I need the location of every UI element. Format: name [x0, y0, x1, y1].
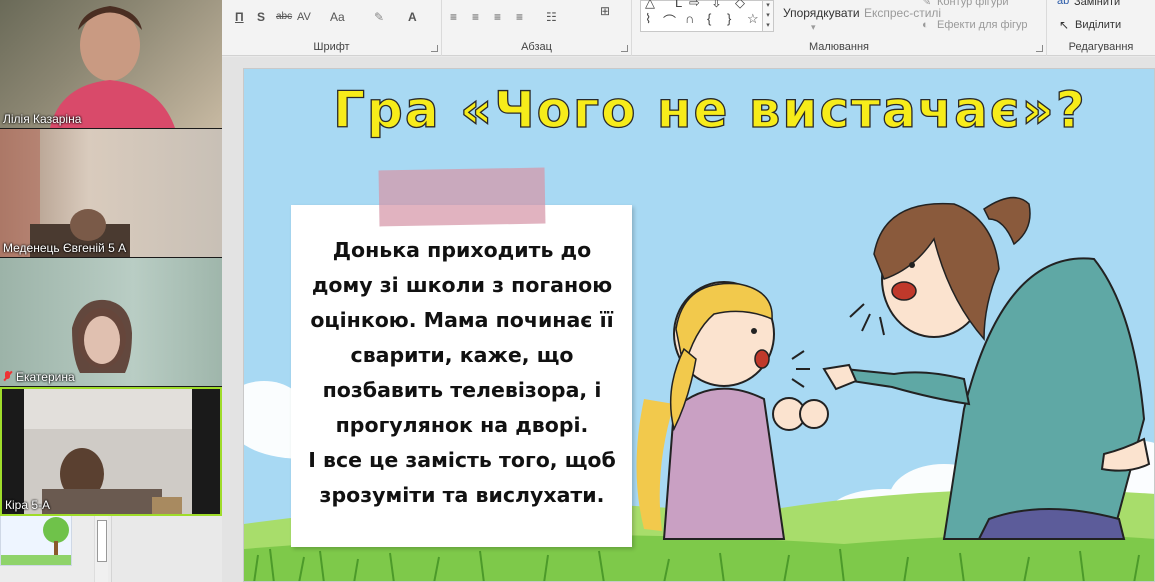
video-tile[interactable]: Лілія Казаріна — [0, 0, 222, 128]
note-line: прогулянок на дворі. — [335, 413, 589, 437]
change-case-button[interactable]: Aa — [330, 8, 345, 26]
shape-outline-button[interactable]: Контур фігури — [937, 0, 1008, 11]
smartart-icon[interactable]: ⊞ — [600, 2, 610, 20]
align-left-icon[interactable]: ≡ — [450, 8, 457, 26]
ribbon-group-drawing: △ L ⇨ ⇩ ◇ ⌇ ⌒ ∩ { } ☆ ▾ ▾ ▾ Упорядкувати ▾… — [632, 0, 1047, 56]
shape-effects-button[interactable]: Ефекти для фігур — [937, 16, 1028, 34]
line-shape-icon[interactable]: L — [675, 0, 682, 10]
drawing-group-label: Малювання — [808, 41, 870, 53]
app-window: П S abc AV Aa ✎ A Шрифт ≡ ≡ ≡ ≡ ☷ ⊞ Абза… — [0, 0, 1155, 582]
diamond-shape-icon[interactable]: ◇ — [735, 0, 745, 11]
ground — [1, 555, 71, 565]
video-tile[interactable]: Екатерина — [0, 258, 222, 386]
shape-outline-icon: ✎ — [922, 0, 932, 8]
video-tile-active-speaker[interactable]: Кіра 5-А — [0, 387, 222, 516]
participant-name-text: Екатерина — [16, 370, 75, 384]
note-text: Донька приходить до дому зі школи з пога… — [297, 233, 627, 513]
justify-icon[interactable]: ≡ — [516, 8, 523, 26]
ribbon-group-paragraph: ≡ ≡ ≡ ≡ ☷ ⊞ Абзац — [442, 0, 632, 56]
participant-name: Екатерина — [3, 370, 75, 384]
select-cursor-icon: ↖ — [1059, 18, 1070, 32]
font-group-label: Шрифт — [313, 41, 350, 53]
editing-group-label: Редагування — [1068, 41, 1134, 53]
mother-figure — [822, 196, 1151, 540]
current-slide[interactable]: Гра «Чого не вистачає»? Донька приходить… — [243, 68, 1155, 582]
muted-mic-icon — [3, 371, 12, 382]
participant-name: Меденець Євгеній 5 А — [3, 241, 127, 255]
participant-video — [0, 129, 130, 257]
align-center-icon[interactable]: ≡ — [472, 8, 479, 26]
tape-decoration — [378, 167, 546, 227]
ribbon-toolbar: П S abc AV Aa ✎ A Шрифт ≡ ≡ ≡ ≡ ☷ ⊞ Абза… — [222, 0, 1155, 56]
character-spacing-button[interactable]: AV — [297, 8, 311, 26]
note-line: І все це замість того, щоб — [308, 448, 616, 472]
ribbon-group-editing: ab Замінити ↖ Виділити Редагування — [1047, 0, 1155, 56]
shape-effects-icon: ◐ — [922, 19, 929, 31]
font-dialog-launcher[interactable] — [431, 45, 438, 52]
triangle-shape-icon[interactable]: △ — [645, 0, 655, 11]
select-button[interactable]: Виділити — [1075, 16, 1121, 34]
participant-name: Кіра 5-А — [5, 498, 51, 512]
curve-shape-icon[interactable]: ⌒ — [663, 11, 676, 30]
shapes-gallery-scroll[interactable]: ▾ ▾ ▾ — [762, 0, 774, 32]
note-line: зрозуміти та вислухати. — [319, 483, 605, 507]
paragraph-dialog-launcher[interactable] — [621, 45, 628, 52]
note-line: сварити, каже, що — [350, 343, 574, 367]
note-line: позбавить телевізора, і — [322, 378, 602, 402]
brace-right-shape-icon[interactable]: } — [727, 11, 731, 26]
freeform-shape-icon[interactable]: ⌇ — [645, 11, 651, 27]
participant-video — [24, 389, 192, 514]
video-call-panel: Лілія Казаріна Меденець Євгеній 5 А Екат… — [0, 0, 222, 516]
arc-shape-icon[interactable]: ∩ — [685, 11, 694, 26]
brace-left-shape-icon[interactable]: { — [707, 11, 711, 26]
replace-button[interactable]: Замінити — [1074, 0, 1120, 11]
underline-button[interactable]: П — [235, 8, 244, 26]
participant-name: Лілія Казаріна — [3, 112, 82, 126]
drawing-dialog-launcher[interactable] — [1036, 45, 1043, 52]
video-tile[interactable]: Меденець Євгеній 5 А — [0, 129, 222, 257]
arrow-shape-icon[interactable]: ⇨ — [689, 0, 700, 11]
strikethrough-button[interactable]: abc — [276, 8, 292, 26]
note-line: Донька приходить до — [332, 238, 592, 262]
shadow-button[interactable]: S — [257, 8, 265, 26]
slide-thumbnail[interactable] — [0, 512, 72, 566]
font-color-button[interactable]: A — [408, 8, 417, 26]
scrollbar-thumb[interactable] — [97, 520, 107, 562]
paragraph-group-label: Абзац — [521, 41, 552, 53]
ribbon-group-font: П S abc AV Aa ✎ A Шрифт — [222, 0, 442, 56]
arrow-up-shape-icon[interactable]: ⇩ — [711, 0, 722, 11]
arrange-dropdown-icon[interactable]: ▾ — [811, 18, 816, 36]
note-line: дому зі школи з поганою — [311, 273, 613, 297]
note-card[interactable]: Донька приходить до дому зі школи з пога… — [291, 205, 632, 547]
clear-formatting-icon[interactable]: ✎ — [374, 8, 384, 26]
slide-title[interactable]: Гра «Чого не вистачає»? — [244, 80, 1154, 139]
girl-figure — [636, 281, 829, 540]
participant-video — [72, 299, 132, 373]
star-shape-icon[interactable]: ☆ — [747, 11, 759, 27]
participant-video — [50, 6, 175, 128]
align-right-icon[interactable]: ≡ — [494, 8, 501, 26]
tree-trunk — [54, 541, 58, 555]
note-line: оцінкою. Мама починає її — [310, 308, 614, 332]
columns-icon[interactable]: ☷ — [546, 8, 557, 26]
replace-icon: ab — [1057, 0, 1070, 7]
tree-image — [43, 517, 69, 543]
arrange-button[interactable]: Упорядкувати — [783, 4, 860, 22]
shapes-gallery[interactable]: △ L ⇨ ⇩ ◇ ⌇ ⌒ ∩ { } ☆ — [640, 0, 772, 32]
